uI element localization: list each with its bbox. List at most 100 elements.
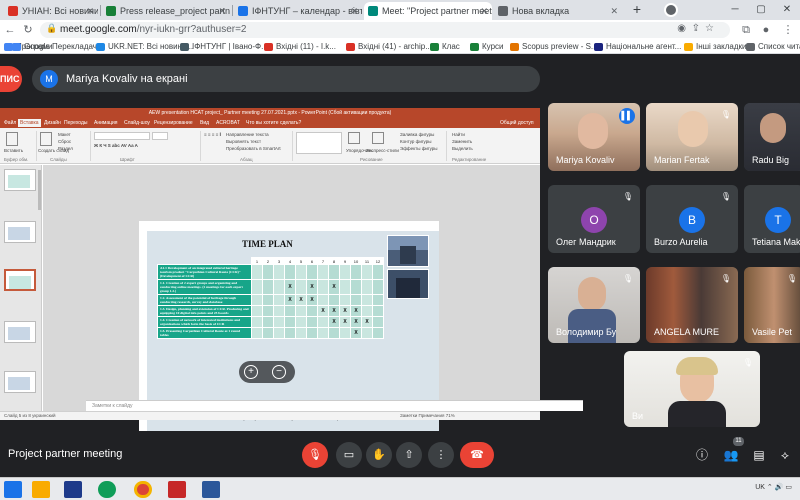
ribbon-paste[interactable]: Вставить [4,148,23,153]
new-slide-icon[interactable] [40,132,52,146]
menu-icon[interactable]: ⋮ [780,22,796,38]
avatar[interactable]: ● [758,22,774,38]
slide-thumbnails-panel[interactable] [0,165,42,411]
ribbon-layout[interactable]: Макет [58,132,71,137]
antivirus-icon[interactable] [168,481,186,498]
participant-tile-volodymyr[interactable]: 🎙︎ Володимир Бу [548,267,640,343]
browser-tab-3[interactable]: ІФНТУНГ – календар - вівторок ✕ [234,2,362,20]
raise-hand-button[interactable]: ✋ [366,442,392,468]
people-icon[interactable]: 👥 [722,446,740,464]
star-icon[interactable]: ☆ [705,23,714,34]
font-name-box[interactable] [94,132,150,140]
camera-icon[interactable]: ◉ [677,23,686,34]
profile-icon[interactable] [664,3,678,17]
ribbon-shape-outline[interactable]: Контур фигуры [400,139,431,144]
minimize-icon[interactable]: ─ [722,0,748,20]
ppt-tab-transitions[interactable]: Переходы [64,119,87,127]
browser-tab-4[interactable]: Meet: "Project partner meeti ✕ [364,2,492,20]
bookmark-ukrnet[interactable]: UKR.NET: Всі новини... [96,41,193,53]
share-icon[interactable]: ⇪ [692,23,700,34]
bookmark-classroom[interactable]: Клас [430,41,460,53]
reload-icon[interactable]: ↻ [20,22,36,38]
ppt-tab-tellme[interactable]: Что вы хотите сделать? [246,119,301,127]
bookmark-scopus[interactable]: Scopus preview - S... [510,41,598,53]
notes-pane[interactable]: Заметки к слайду [86,400,583,411]
ribbon-reset[interactable]: Сброс [58,139,71,144]
ribbon-quick-styles[interactable]: Экспресс-стили [366,148,399,153]
ppt-tab-review[interactable]: Рецензирование [154,119,193,127]
participant-tile-tetiana[interactable]: T Tetiana Mak [744,185,800,253]
info-icon[interactable]: ⓘ [693,446,711,464]
participant-tile-marian[interactable]: 🎙︎ Marian Fertak [646,103,738,171]
bookmark-inbox-2[interactable]: Вхідні (41) - archip... [346,41,432,53]
mic-toggle-button[interactable]: 🎙︎ [302,442,328,468]
slide-thumbnail[interactable] [4,321,36,343]
shapes-gallery[interactable] [296,132,342,154]
ppt-tab-slideshow[interactable]: Слайд-шоу [124,119,150,127]
zoom-out-icon[interactable]: − [272,365,286,379]
ribbon-text-direction[interactable]: Направление текста [226,132,269,137]
browser-tab-2[interactable]: Press release_project partner m ✕ [102,2,230,20]
address-bar[interactable]: 🔒 meet.google.com/nyr-iukn-grr?authuser=… [40,22,730,38]
participant-tile-vasile[interactable]: 🎙︎ Vasile Pet [744,267,800,343]
close-icon[interactable]: ✕ [218,2,226,20]
camera-toggle-button[interactable]: ▭ [336,442,362,468]
browser-tab-1[interactable]: УНІАН: Всі новини України, о ✕ [4,2,98,20]
slide-thumbnail[interactable] [4,169,36,191]
ppt-tab-insert[interactable]: Вставка [18,119,41,127]
back-icon[interactable]: ← [2,22,18,38]
ribbon-section[interactable]: Раздел [58,146,73,151]
slide-thumbnail-selected[interactable] [4,269,36,291]
arrange-icon[interactable] [348,132,360,144]
activities-icon[interactable]: ⟡ [776,446,794,464]
bookmark-other[interactable]: Інші закладки [684,41,747,53]
browser-tab-5[interactable]: Нова вкладка ✕ [494,2,622,20]
participant-tile-radu[interactable]: Radu Big [744,103,800,171]
participant-tile-angela[interactable]: 🎙︎ ANGELA MURE [646,267,738,343]
store-icon[interactable] [64,481,82,498]
ribbon-align-text[interactable]: Выровнять текст [226,139,261,144]
file-explorer-icon[interactable] [32,481,50,498]
bookmark-courses[interactable]: Курси [470,41,504,53]
close-icon[interactable]: ✕ [86,2,94,20]
slide-thumbnail[interactable] [4,221,36,243]
ribbon-select[interactable]: Выделить [452,146,473,151]
ribbon-find[interactable]: Найти [452,132,465,137]
quick-styles-icon[interactable] [372,132,384,144]
ribbon-shape-fill[interactable]: Заливка фигуры [400,132,434,137]
ppt-tab-design[interactable]: Дизайн [44,119,61,127]
close-window-icon[interactable]: ✕ [774,0,800,20]
ribbon-replace[interactable]: Заменить [452,139,472,144]
bookmark-agency[interactable]: Національне агент... [594,41,681,53]
zoom-in-icon[interactable]: + [244,365,258,379]
ppt-tab-view[interactable]: Вид [200,119,209,127]
participant-tile-burzo[interactable]: B 🎙︎ Burzo Aurelia [646,185,738,253]
ppt-tab-acrobat[interactable]: ACROBAT [216,119,240,127]
font-size-box[interactable] [152,132,168,140]
slide-title[interactable]: TIME PLAN [242,239,293,249]
participant-tile-oleh[interactable]: О 🎙︎ Олег Мандрик [548,185,640,253]
participant-tile-mariya[interactable]: ▌▌ Mariya Kovaliv [548,103,640,171]
paste-icon[interactable] [6,132,18,146]
close-icon[interactable]: ✕ [480,2,488,20]
ppt-tab-file[interactable]: Файл [4,119,16,127]
word-icon[interactable] [202,481,220,498]
close-icon[interactable]: ✕ [610,2,618,20]
ribbon-shape-effects[interactable]: Эффекты фигуры [400,146,438,151]
new-tab-button[interactable]: + [628,1,646,19]
edge-icon[interactable] [98,481,116,498]
maximize-icon[interactable]: ▢ [748,0,774,20]
chat-icon[interactable]: ▤ [750,446,768,464]
ppt-tab-animation[interactable]: Анимация [94,119,117,127]
present-button[interactable]: ⇧ [396,442,422,468]
time-plan-table[interactable]: 1 2 3 4 5 6 7 8 9 10 11 12 A1.1 Developm… [157,257,384,339]
self-view-tile[interactable]: 🎙︎ Ви [624,351,760,427]
close-icon[interactable]: ✕ [350,2,358,20]
start-icon[interactable] [4,481,22,498]
bookmark-inbox-1[interactable]: Вхідні (11) - I.k... [264,41,336,53]
bookmark-ifntung[interactable]: ІФНТУНГ | Івано-Ф... [180,41,268,53]
leave-call-button[interactable]: ☎ [460,442,494,468]
thumbnails-scrollbar[interactable] [38,170,41,210]
chrome-icon[interactable] [134,481,152,498]
bookmark-reading-list[interactable]: Список читання [746,41,800,53]
